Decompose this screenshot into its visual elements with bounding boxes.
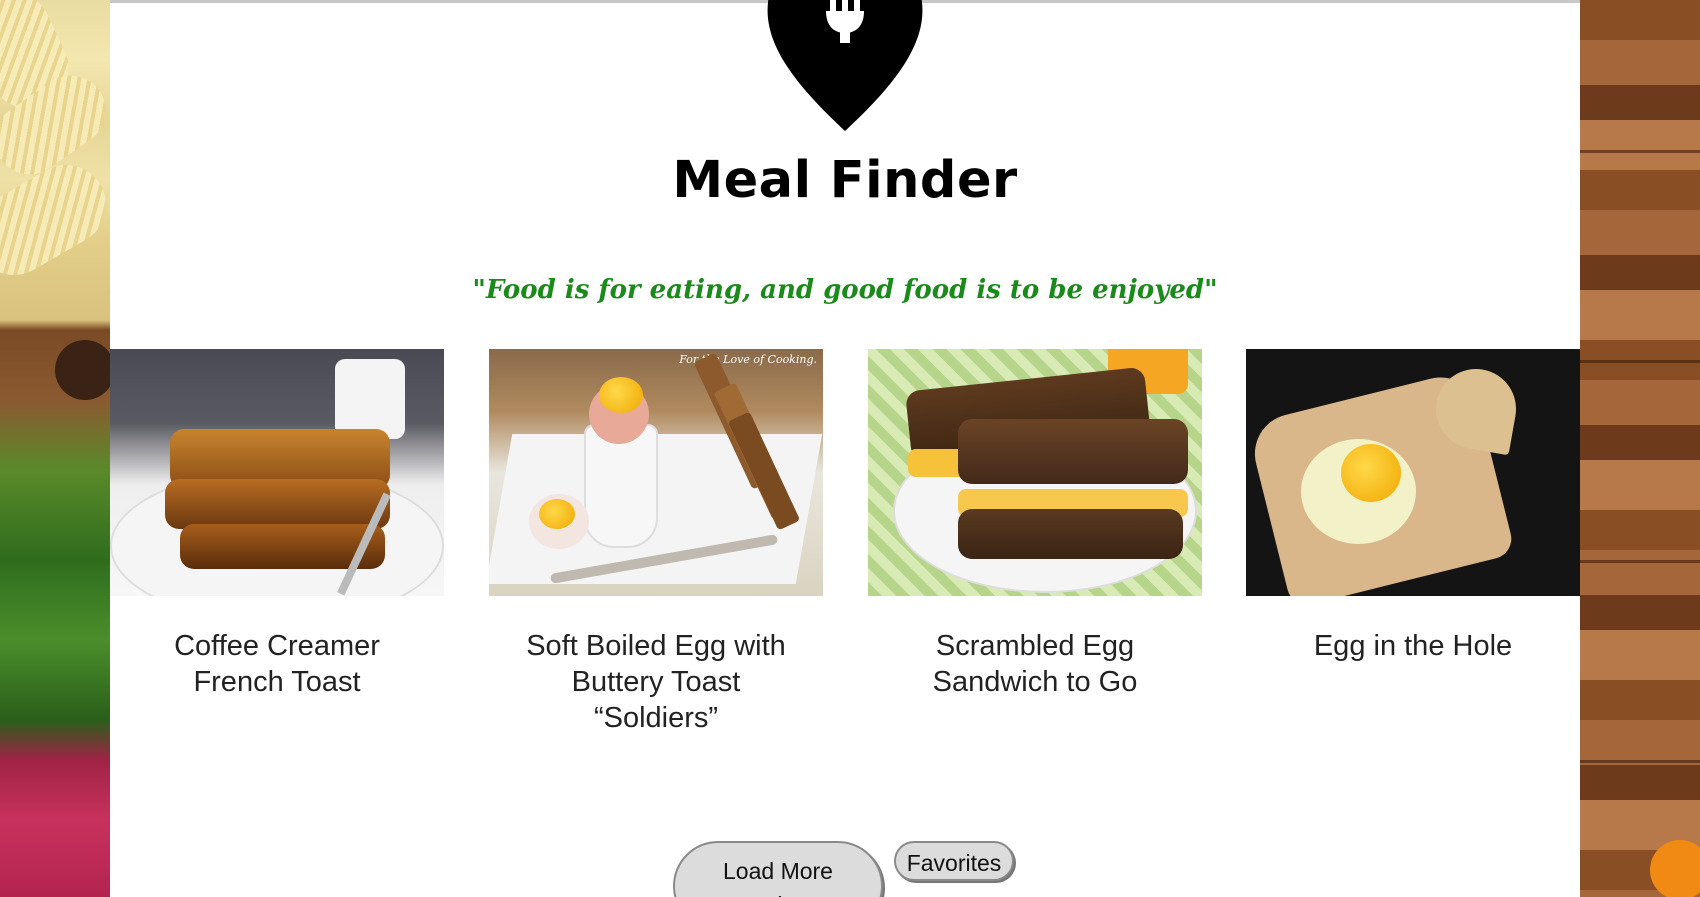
recipe-card[interactable]: Egg in the Hole: [1246, 349, 1580, 664]
load-more-recipes-button[interactable]: Load More Recipes: [673, 841, 883, 897]
actions-bar: Load More Recipes Favorites: [110, 841, 1580, 897]
recipe-title[interactable]: Soft Boiled Egg with Buttery Toast “Sold…: [489, 628, 823, 736]
french-toast-photo[interactable]: [110, 349, 444, 596]
tagline-quote: "Food is for eating, and good food is to…: [472, 275, 1218, 305]
soft-boiled-egg-photo[interactable]: For the Love of Cooking.: [489, 349, 823, 596]
recipe-title[interactable]: Scrambled Egg Sandwich to Go: [868, 628, 1202, 700]
favorites-button[interactable]: Favorites: [894, 841, 1014, 881]
recipe-title[interactable]: Egg in the Hole: [1246, 628, 1580, 664]
recipe-card[interactable]: Scrambled Egg Sandwich to Go: [868, 349, 1202, 700]
background-right-wood-image: [1580, 0, 1700, 897]
recipe-list: Coffee Creamer French Toast For the Love…: [110, 349, 1580, 749]
recipe-card[interactable]: For the Love of Cooking. Soft Boiled Egg…: [489, 349, 823, 736]
main-content: Meal Finder "Food is for eating, and goo…: [110, 0, 1580, 897]
location-pin-fork-icon: [767, 0, 923, 131]
app-title: Meal Finder: [672, 151, 1018, 210]
egg-in-hole-photo[interactable]: [1246, 349, 1580, 596]
recipe-title[interactable]: Coffee Creamer French Toast: [110, 628, 444, 700]
background-left-food-image: [0, 0, 121, 897]
egg-sandwich-photo[interactable]: [868, 349, 1202, 596]
recipe-card[interactable]: Coffee Creamer French Toast: [110, 349, 444, 700]
